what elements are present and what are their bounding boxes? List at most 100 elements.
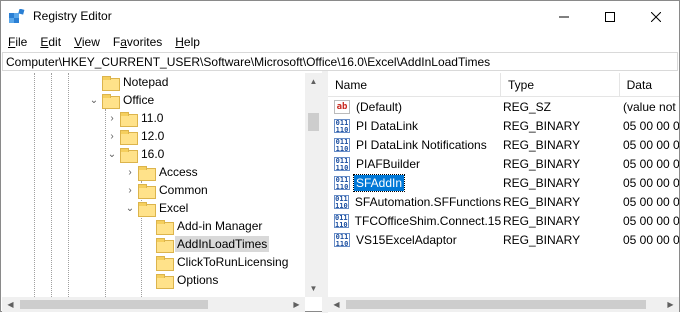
value-type: REG_BINARY: [503, 194, 581, 209]
tree-node-label: 16.0: [141, 147, 165, 161]
value-row[interactable]: 011 110 PIAFBuilder REG_BINARY 05 00 00 00: [328, 154, 679, 173]
tree-guide-line: [34, 73, 35, 297]
value-data: 05 00 00 00: [623, 232, 679, 247]
tree-node-office[interactable]: ⌄ Office: [86, 91, 156, 109]
folder-icon: [120, 147, 138, 163]
value-name: PI DataLink: [356, 118, 419, 133]
chevron-right-icon[interactable]: ›: [122, 167, 138, 178]
string-value-icon: ab: [334, 99, 350, 114]
column-header-name[interactable]: Name: [328, 73, 501, 97]
menu-favorites[interactable]: Favorites: [106, 32, 168, 52]
menu-file[interactable]: File: [1, 32, 33, 52]
value-row[interactable]: 011 110 SFAutomation.SFFunctions REG_BINAR…: [328, 192, 679, 211]
menu-edit[interactable]: Edit: [33, 32, 67, 52]
binary-value-icon: 011 110: [334, 118, 350, 134]
value-row[interactable]: 011 110 PI DataLink REG_BINARY 05 00 00 00: [328, 116, 679, 135]
value-data: 05 00 00 00: [623, 175, 679, 190]
tree-node-label: Access: [159, 165, 198, 179]
tree-node-notepad[interactable]: Notepad: [86, 73, 170, 91]
folder-icon: [138, 183, 156, 199]
value-name-cell: 011 110 PI DataLink Notifications: [328, 137, 503, 153]
values-list-pane: Name Type Data ab (Default) REG_SZ (value n…: [328, 73, 679, 297]
tree-node-clicktorunlicensing[interactable]: ClickToRunLicensing: [140, 253, 290, 271]
chevron-right-icon[interactable]: ›: [104, 131, 120, 142]
tree-node-label: 11.0: [141, 111, 164, 125]
value-type: REG_BINARY: [503, 137, 581, 152]
scroll-left-arrow-icon[interactable]: ◀: [328, 296, 345, 313]
binary-value-icon: 011 110: [334, 175, 350, 191]
tree-node-16-0[interactable]: ⌄ 16.0: [104, 145, 166, 163]
tree-guide-line: [51, 73, 52, 297]
value-name: PIAFBuilder: [356, 156, 421, 171]
menu-view[interactable]: View: [67, 32, 106, 52]
minimize-icon: [559, 16, 569, 17]
folder-icon: [156, 273, 174, 289]
tree-horizontal-scrollbar[interactable]: ◀ ▶: [2, 297, 305, 312]
tree-node-excel[interactable]: ⌄ Excel: [122, 199, 190, 217]
chevron-right-icon[interactable]: ›: [104, 113, 120, 124]
scroll-right-arrow-icon[interactable]: ▶: [662, 296, 679, 313]
window-title: Registry Editor: [33, 9, 112, 23]
close-button[interactable]: [633, 1, 679, 32]
value-name: TFCOfficeShim.Connect.15: [354, 213, 502, 228]
title-bar[interactable]: Registry Editor: [1, 1, 679, 32]
folder-icon: [120, 111, 138, 127]
value-row[interactable]: 011 110 VS15ExcelAdaptor REG_BINARY 05 00 0…: [328, 230, 679, 249]
folder-icon: [156, 219, 174, 235]
value-name: PI DataLink Notifications: [356, 137, 487, 152]
menu-help[interactable]: Help: [168, 32, 206, 52]
value-data: (value not: [623, 99, 676, 114]
tree-node-common[interactable]: › Common: [122, 181, 210, 199]
chevron-down-icon[interactable]: ⌄: [86, 95, 102, 106]
value-data: 05 00 00 00: [623, 194, 679, 209]
folder-icon: [120, 129, 138, 145]
list-horizontal-scroll-thumb[interactable]: [346, 300, 646, 309]
minimize-button[interactable]: [541, 1, 587, 32]
value-data: 05 00 00 00: [623, 118, 679, 133]
tree-node-options[interactable]: Options: [140, 271, 220, 289]
tree-guide-line: [68, 73, 69, 297]
folder-icon: [102, 75, 120, 91]
tree-node-label: Office: [123, 93, 155, 107]
value-row[interactable]: ab (Default) REG_SZ (value not: [328, 97, 679, 116]
scroll-down-arrow-icon[interactable]: ▼: [305, 280, 322, 297]
tree-node-add-in-manager[interactable]: Add-in Manager: [140, 217, 264, 235]
tree-node-access[interactable]: › Access: [122, 163, 200, 181]
value-type: REG_SZ: [503, 99, 552, 114]
value-type: REG_BINARY: [503, 232, 581, 247]
registry-editor-app-icon: [9, 9, 25, 23]
scroll-up-arrow-icon[interactable]: ▲: [305, 73, 322, 90]
address-bar[interactable]: Computer\HKEY_CURRENT_USER\Software\Micr…: [2, 52, 678, 71]
menu-bar: File Edit View Favorites Help: [1, 32, 206, 52]
tree-node-label: Add-in Manager: [177, 219, 263, 233]
chevron-down-icon[interactable]: ⌄: [122, 203, 138, 214]
scroll-right-arrow-icon[interactable]: ▶: [288, 296, 305, 313]
tree-node-12-0[interactable]: › 12.0: [104, 127, 166, 145]
tree-horizontal-scroll-thumb[interactable]: [20, 300, 208, 309]
column-header-type[interactable]: Type: [501, 73, 620, 97]
value-name: SFAutomation.SFFunctions: [354, 194, 501, 209]
value-row[interactable]: 011 110SFAddInREG_BINARY05 00 00 00: [328, 173, 679, 192]
chevron-down-icon[interactable]: ⌄: [104, 149, 120, 160]
maximize-button[interactable]: [587, 1, 633, 32]
value-row[interactable]: 011 110 PI DataLink Notifications REG_BINA…: [328, 135, 679, 154]
tree-node-label: Common: [159, 183, 208, 197]
list-header: Name Type Data: [328, 73, 679, 97]
close-icon: [651, 11, 661, 22]
scroll-left-arrow-icon[interactable]: ◀: [2, 296, 19, 313]
binary-value-icon: 011 110: [334, 213, 349, 229]
value-row[interactable]: 011 110 TFCOfficeShim.Connect.15 REG_BINAR…: [328, 211, 679, 230]
chevron-right-icon[interactable]: ›: [122, 185, 138, 196]
tree-node-11-0[interactable]: › 11.0: [104, 109, 165, 127]
tree-vertical-scroll-thumb[interactable]: [308, 113, 319, 131]
value-name-cell: 011 110 SFAutomation.SFFunctions: [328, 194, 503, 210]
tree-node-addinloadtimes[interactable]: AddInLoadTimes: [140, 235, 270, 253]
value-name-cell: 011 110 TFCOfficeShim.Connect.15: [328, 213, 503, 229]
tree-vertical-scrollbar[interactable]: ▲ ▼: [305, 73, 322, 297]
value-name-cell: 011 110 SFAddIn: [328, 173, 503, 192]
value-name: VS15ExcelAdaptor: [356, 232, 457, 247]
key-tree-pane[interactable]: Notepad ⌄ Office › 11.0 › 12.0 ⌄ 16.0 › Access › Com…: [2, 73, 322, 297]
value-name: SFAddIn: [352, 173, 406, 192]
list-horizontal-scrollbar[interactable]: ◀ ▶: [328, 297, 679, 312]
column-header-data[interactable]: Data: [620, 73, 679, 97]
